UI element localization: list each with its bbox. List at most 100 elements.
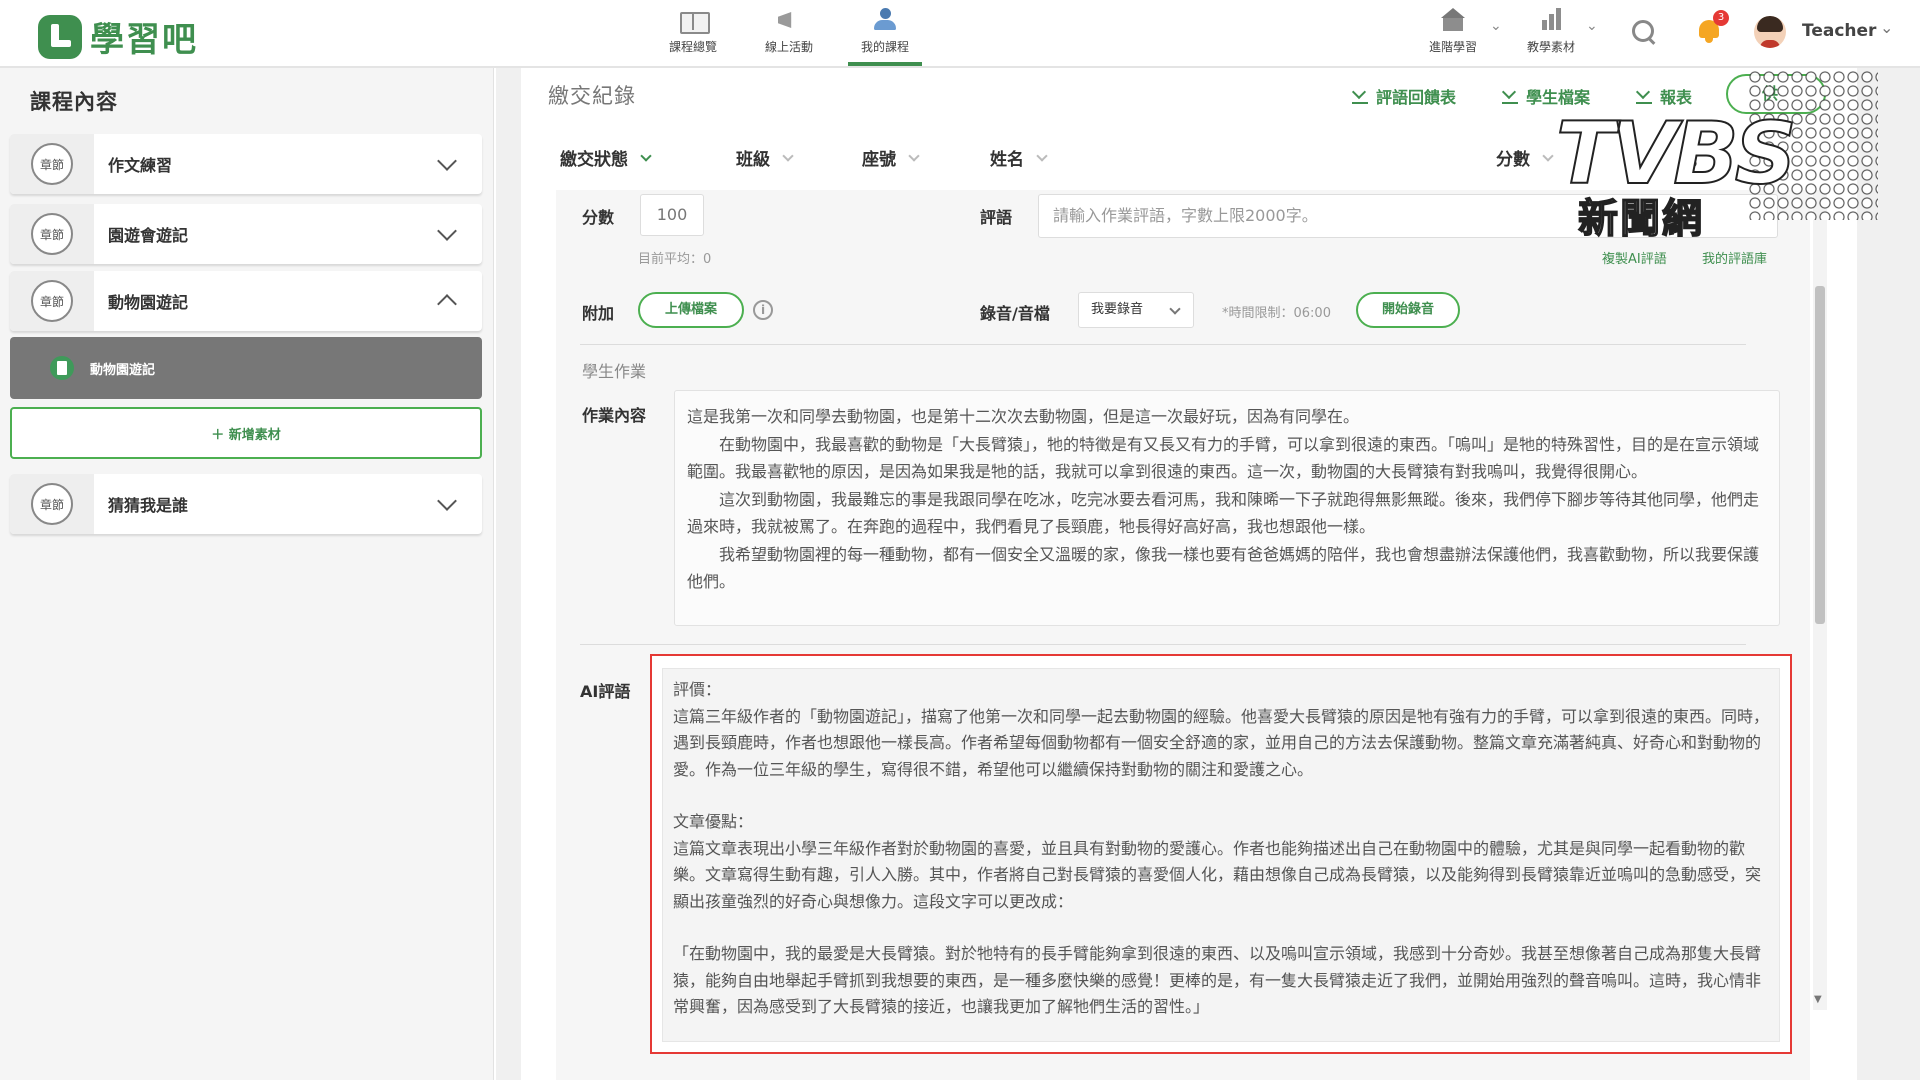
ai-merit-title: 文章優點： xyxy=(673,812,754,831)
filter-label: 姓名 xyxy=(990,150,1024,170)
nav-label: 線上活動 xyxy=(764,40,813,54)
info-icon[interactable]: i xyxy=(753,300,773,320)
filter-class[interactable]: 班級 xyxy=(736,145,794,170)
chevron-up-icon[interactable] xyxy=(437,294,457,314)
recording-select[interactable]: 我要錄音 xyxy=(1078,292,1194,328)
teacher-icon xyxy=(870,6,900,32)
filter-label: 座號 xyxy=(862,150,896,170)
logo-text: 學習吧 xyxy=(90,20,198,60)
chevron-down-icon[interactable]: ⌄ xyxy=(1490,18,1502,34)
add-material-button[interactable]: ＋ 新增素材 xyxy=(10,407,482,459)
nav-course-overview[interactable]: 課程總覽 xyxy=(656,6,730,55)
essay-paragraph: 在動物園中，我最喜歡的動物是「大長臂猿」，牠的特徵是有又長又有力的手臂，可以拿到… xyxy=(687,434,1760,482)
chevron-down-icon xyxy=(1036,149,1048,162)
my-comment-library-link[interactable]: 我的評語庫 xyxy=(1702,248,1767,267)
essay-paragraph: 這次到動物園，我最難忘的事是我跟同學在吃冰，吃完冰要去看河馬，我和陳晞一下子就跑… xyxy=(687,489,1760,537)
filter-submit-status[interactable]: 繳交狀態 xyxy=(560,145,652,170)
essay-content: 這是我第一次和同學去動物園，也是第十二次次去動物園，但是這一次最好玩，因為有同學… xyxy=(674,390,1780,626)
material-name: 動物園遊記 xyxy=(90,362,156,378)
chevron-down-icon[interactable]: ⌄ xyxy=(1586,18,1598,34)
ai-comment-label: AI評語 xyxy=(580,682,631,701)
chapter-name: 園遊會遊記 xyxy=(108,226,189,245)
nav-label: 課程總覽 xyxy=(668,40,717,54)
chevron-down-icon xyxy=(1542,149,1554,162)
chevron-down-icon xyxy=(640,149,652,162)
tvbs-watermark: TVBS 新聞網 xyxy=(1555,70,1878,250)
chapter-name: 動物園遊記 xyxy=(108,293,189,312)
nav-advanced-learning[interactable]: 進階學習 xyxy=(1418,6,1488,55)
filter-score[interactable]: 分數 xyxy=(1496,145,1554,170)
filter-label: 分數 xyxy=(1496,150,1530,170)
essay-paragraph: 這是我第一次和同學去動物園，也是第十二次次去動物園，但是這一次最好玩，因為有同學… xyxy=(687,407,1360,426)
filter-label: 班級 xyxy=(736,150,770,170)
recording-time-limit: *時間限制：06:00 xyxy=(1222,306,1331,321)
download-feedback-sheet-button[interactable]: 評語回饋表 xyxy=(1352,84,1456,108)
action-label: 評語回饋表 xyxy=(1376,88,1457,107)
chapter-item[interactable]: 章節 作文練習 xyxy=(10,134,482,194)
logo[interactable]: 學習吧 xyxy=(38,12,198,61)
bar-chart-icon xyxy=(1537,6,1565,32)
essay-label: 作業內容 xyxy=(582,406,647,425)
chapter-badge-wrap: 章節 xyxy=(10,204,94,264)
logo-icon xyxy=(38,14,82,59)
upload-file-button[interactable]: 上傳檔案 xyxy=(638,292,744,328)
chapter-badge-wrap: 章節 xyxy=(10,134,94,194)
comment-label: 評語 xyxy=(980,208,1013,227)
nav-teaching-material[interactable]: 教學素材 xyxy=(1516,6,1586,55)
chapter-name: 猜猜我是誰 xyxy=(108,496,189,515)
chevron-down-icon[interactable] xyxy=(437,151,457,171)
chevron-down-icon[interactable] xyxy=(437,491,457,511)
top-header: 學習吧 課程總覽 線上活動 我的課程 進階學習 ⌄ 教學素材 ⌄ 3 Teach… xyxy=(0,0,1920,68)
attach-label: 附加 xyxy=(582,304,615,323)
copy-ai-comment-link[interactable]: 複製AI評語 xyxy=(1602,248,1667,267)
chapter-badge: 章節 xyxy=(31,280,73,322)
page-title: 繳交紀錄 xyxy=(548,84,636,108)
filter-seat-number[interactable]: 座號 xyxy=(862,145,920,170)
download-icon xyxy=(1352,87,1368,105)
ai-quote-text: 「在動物園中，我的最愛是大長臂猿。對於牠特有的長手臂能夠拿到很遠的東西、以及嗚叫… xyxy=(673,944,1762,1016)
nav-my-course[interactable]: 我的課程 xyxy=(848,6,922,66)
download-icon xyxy=(1502,87,1518,105)
score-label: 分數 xyxy=(582,208,615,227)
scroll-down-arrow-icon[interactable]: ▼ xyxy=(1814,994,1822,1005)
search-icon[interactable] xyxy=(1632,20,1656,44)
chapter-badge: 章節 xyxy=(31,143,73,185)
ai-eval-title: 評價： xyxy=(673,680,722,699)
chapter-badge-wrap: 章節 xyxy=(10,474,94,534)
scrollbar-thumb[interactable] xyxy=(1815,286,1825,624)
chapter-badge: 章節 xyxy=(31,483,73,525)
nav-label: 進階學習 xyxy=(1428,40,1477,54)
filter-name[interactable]: 姓名 xyxy=(990,145,1048,170)
ai-merit-text: 這篇文章表現出小學三年級作者對於動物園的喜愛，並且具有對動物的愛護心。作者也能夠… xyxy=(673,838,1762,911)
megaphone-icon xyxy=(774,6,804,32)
ai-comment-content: 評價： 這篇三年級作者的「動物園遊記」，描寫了他第一次和同學一起去動物園的經驗。… xyxy=(662,668,1780,1042)
chapter-badge-wrap: 章節 xyxy=(10,271,94,331)
chapter-badge: 章節 xyxy=(31,213,73,255)
chevron-down-icon xyxy=(908,149,920,162)
user-name[interactable]: Teacher xyxy=(1802,21,1876,41)
avatar[interactable] xyxy=(1754,16,1786,48)
ai-comment-highlight: 評價： 這篇三年級作者的「動物園遊記」，描寫了他第一次和同學一起去動物園的經驗。… xyxy=(650,654,1792,1054)
chevron-down-icon[interactable] xyxy=(437,221,457,241)
chapter-item[interactable]: 章節 猜猜我是誰 xyxy=(10,474,482,534)
student-work-section-label: 學生作業 xyxy=(582,362,647,381)
chevron-down-icon[interactable]: ⌄ xyxy=(1880,18,1893,37)
filter-label: 繳交狀態 xyxy=(560,150,628,170)
recording-label: 錄音/音檔 xyxy=(980,304,1050,323)
chapter-item-expanded[interactable]: 章節 動物園遊記 xyxy=(10,271,482,331)
nav-label: 教學素材 xyxy=(1526,40,1575,54)
book-icon xyxy=(678,6,710,34)
page: 學習吧 課程總覽 線上活動 我的課程 進階學習 ⌄ 教學素材 ⌄ 3 Teach… xyxy=(0,0,1920,1080)
sidebar-title: 課程內容 xyxy=(30,90,118,114)
chapter-item[interactable]: 章節 園遊會遊記 xyxy=(10,204,482,264)
chevron-down-icon xyxy=(782,149,794,162)
score-input[interactable]: 100 xyxy=(640,194,704,236)
nav-label: 我的課程 xyxy=(860,40,909,54)
material-item-active[interactable]: 動物園遊記 xyxy=(10,337,482,399)
divider xyxy=(580,344,1746,345)
ai-eval-text: 這篇三年級作者的「動物園遊記」，描寫了他第一次和同學一起去動物園的經驗。他喜愛大… xyxy=(673,706,1770,779)
notification-badge: 3 xyxy=(1713,10,1729,26)
start-recording-button[interactable]: 開始錄音 xyxy=(1356,292,1460,328)
chapter-name: 作文練習 xyxy=(108,156,173,175)
nav-online-activity[interactable]: 線上活動 xyxy=(752,6,826,55)
